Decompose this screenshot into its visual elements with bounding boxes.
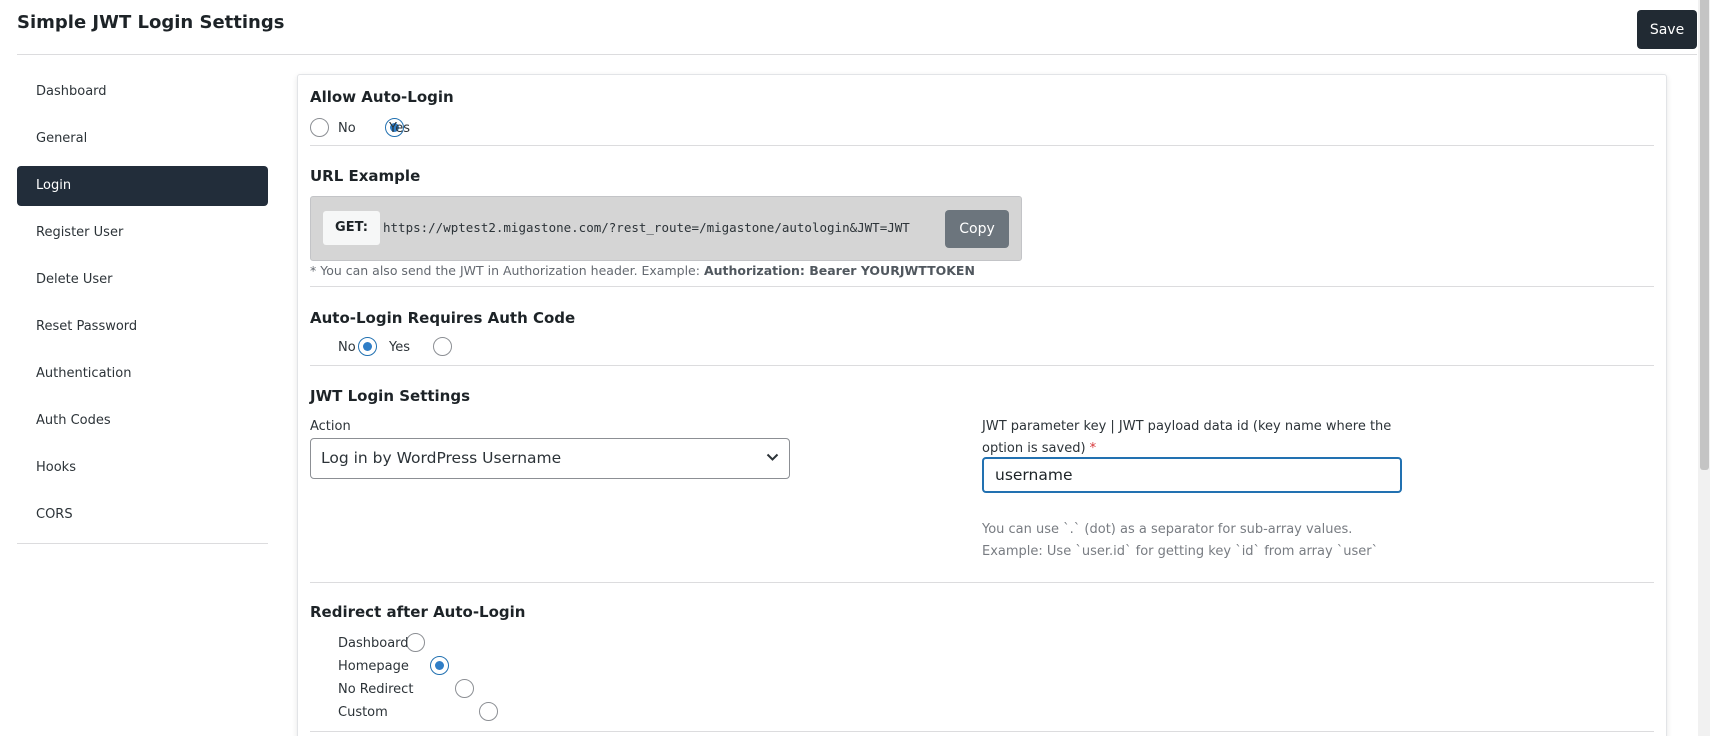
authorization-hint-example: Authorization: Bearer YOURJWTTOKEN [703, 263, 975, 278]
divider [310, 286, 1654, 287]
auth-code-no-radio[interactable] [358, 337, 378, 356]
sidebar-item-general[interactable]: General [17, 119, 268, 159]
sidebar-item-cors[interactable]: CORS [17, 495, 268, 535]
auth-code-no-label: No [338, 340, 356, 355]
save-button[interactable]: Save [1637, 10, 1697, 49]
redirect-title: Redirect after Auto-Login [310, 603, 526, 621]
auth-code-title: Auto-Login Requires Auth Code [310, 309, 576, 327]
redirect-no-redirect-radio[interactable] [454, 679, 474, 698]
sidebar-item-auth-codes[interactable]: Auth Codes [17, 401, 268, 441]
auth-code-yes-label: Yes [389, 340, 410, 355]
sidebar-item-dashboard[interactable]: Dashboard [17, 72, 268, 112]
divider [310, 731, 1654, 732]
required-mark: * [1089, 441, 1097, 456]
divider [310, 582, 1654, 583]
redirect-custom-radio[interactable] [478, 702, 498, 721]
sidebar-item-delete-user[interactable]: Delete User [17, 260, 268, 300]
action-select-value: Log in by WordPress Username [321, 449, 562, 467]
sidebar-item-login[interactable]: Login [17, 166, 268, 206]
sidebar-item-hooks[interactable]: Hooks [17, 448, 268, 488]
param-key-label-line1: JWT parameter key | JWT payload data id … [982, 419, 1392, 434]
authorization-hint: * You can also send the JWT in Authoriza… [310, 263, 975, 278]
divider [310, 145, 1654, 146]
url-example-box: GET: https://wptest2.migastone.com/?rest… [310, 196, 1022, 261]
url-example-text: https://wptest2.migastone.com/?rest_rout… [383, 220, 910, 235]
allow-auto-login-title: Allow Auto-Login [310, 88, 454, 106]
param-key-input[interactable] [982, 457, 1402, 493]
page-scrollbar[interactable] [1698, 0, 1710, 736]
jwt-login-settings-title: JWT Login Settings [310, 387, 471, 405]
allow-auto-login-yes-label: Yes [389, 121, 410, 136]
authorization-hint-text: * You can also send the JWT in Authoriza… [310, 263, 704, 278]
allow-auto-login-no-radio[interactable] [310, 118, 329, 137]
url-example-title: URL Example [310, 167, 421, 185]
page-header: Simple JWT Login Settings Save [17, 0, 1697, 55]
redirect-custom-label: Custom [338, 705, 388, 720]
redirect-homepage-radio[interactable] [430, 656, 450, 675]
param-key-hint-line2: Example: Use `user.id` for getting key `… [982, 544, 1379, 559]
page-title: Simple JWT Login Settings [17, 12, 285, 33]
divider [310, 365, 1654, 366]
chevron-down-icon [766, 453, 779, 461]
settings-panel: Allow Auto-Login No Yes URL Example GET:… [297, 74, 1667, 736]
sidebar-item-reset-password[interactable]: Reset Password [17, 307, 268, 347]
http-method-badge: GET: [323, 211, 380, 245]
param-key-label: JWT parameter key | JWT payload data id … [982, 416, 1402, 460]
param-key-hint: You can use `.` (dot) as a separator for… [982, 519, 1378, 563]
action-select[interactable]: Log in by WordPress Username [310, 438, 790, 479]
sidebar-item-authentication[interactable]: Authentication [17, 354, 268, 394]
copy-button[interactable]: Copy [945, 210, 1009, 248]
sidebar-item-register-user[interactable]: Register User [17, 213, 268, 253]
param-key-label-text: option is saved) [982, 441, 1086, 456]
action-label: Action [310, 419, 351, 434]
sidebar-nav: Dashboard General Login Register User De… [17, 72, 268, 544]
redirect-homepage-label: Homepage [338, 659, 409, 674]
scrollbar-thumb[interactable] [1700, 0, 1709, 470]
param-key-hint-line1: You can use `.` (dot) as a separator for… [982, 522, 1353, 537]
redirect-no-redirect-label: No Redirect [338, 682, 414, 697]
auth-code-yes-radio[interactable] [433, 337, 453, 356]
redirect-dashboard-radio[interactable] [406, 633, 426, 652]
redirect-dashboard-label: Dashboard [338, 636, 409, 651]
allow-auto-login-no-label: No [338, 121, 356, 136]
